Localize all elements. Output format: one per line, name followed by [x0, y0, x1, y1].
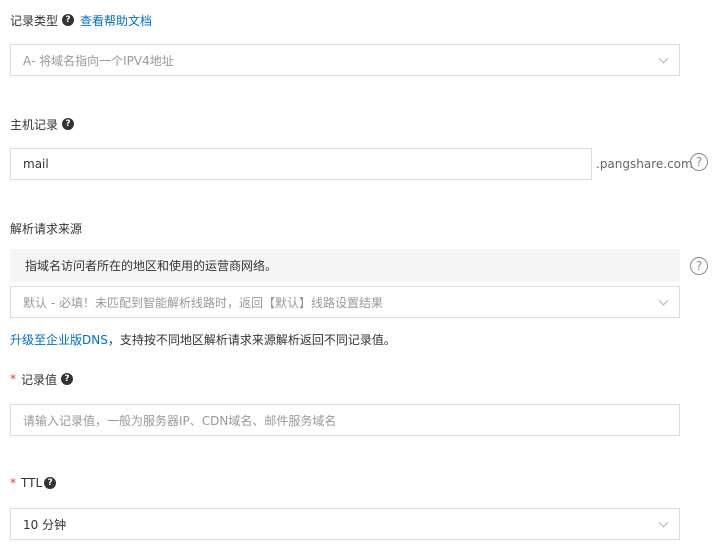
record-value-label-row: * 记录值 ?	[10, 370, 74, 388]
ttl-value: 10 分钟	[23, 517, 67, 532]
chevron-down-icon	[658, 517, 669, 528]
ttl-label: TTL	[21, 476, 43, 490]
record-value-placeholder: 请输入记录值，一般为服务器IP、CDN域名、邮件服务域名	[23, 413, 337, 428]
question-icon[interactable]: ?	[61, 373, 74, 385]
resolve-source-info: 指域名访问者所在的地区和使用的运营商网络。	[10, 249, 680, 282]
help-doc-link[interactable]: 查看帮助文档	[80, 12, 152, 29]
ttl-select[interactable]: 10 分钟	[10, 508, 680, 540]
resolve-source-circle-question-icon[interactable]: ?	[690, 257, 708, 275]
required-mark: *	[10, 476, 16, 490]
resolve-source-select[interactable]: 默认 - 必填！未匹配到智能解析线路时，返回【默认】线路设置结果	[10, 286, 680, 318]
record-type-label: 记录类型	[10, 13, 59, 28]
record-value-label: 记录值	[21, 372, 58, 387]
domain-suffix: .pangshare.com	[596, 157, 693, 171]
record-value-input[interactable]: 请输入记录值，一般为服务器IP、CDN域名、邮件服务域名	[10, 404, 680, 436]
record-type-label-row: 记录类型 ? 查看帮助文档	[10, 11, 152, 29]
resolve-source-info-text: 指域名访问者所在的地区和使用的运营商网络。	[25, 259, 278, 273]
question-icon[interactable]: ?	[62, 118, 75, 130]
host-record-circle-question-icon[interactable]: ?	[690, 153, 708, 171]
ttl-label-row: * TTL ?	[10, 474, 57, 492]
resolve-source-value: 默认 - 必填！未匹配到智能解析线路时，返回【默认】线路设置结果	[23, 295, 383, 310]
chevron-down-icon	[658, 53, 669, 64]
chevron-down-icon	[658, 295, 669, 306]
question-icon[interactable]: ?	[44, 477, 57, 489]
record-type-value: A- 将域名指向一个IPV4地址	[23, 53, 174, 68]
resolve-source-label: 解析请求来源	[10, 221, 83, 236]
question-icon[interactable]: ?	[62, 14, 75, 26]
record-type-select[interactable]: A- 将域名指向一个IPV4地址	[10, 44, 680, 76]
host-record-label: 主机记录	[10, 117, 59, 132]
upgrade-row: 升级至企业版DNS ，支持按不同地区解析请求来源解析返回不同记录值。	[10, 330, 396, 348]
upgrade-text: ，支持按不同地区解析请求来源解析返回不同记录值。	[107, 332, 396, 347]
host-record-label-row: 主机记录 ?	[10, 115, 75, 133]
required-mark: *	[10, 372, 16, 386]
upgrade-enterprise-link[interactable]: 升级至企业版DNS	[10, 331, 108, 348]
host-record-input[interactable]: mail	[10, 148, 592, 180]
